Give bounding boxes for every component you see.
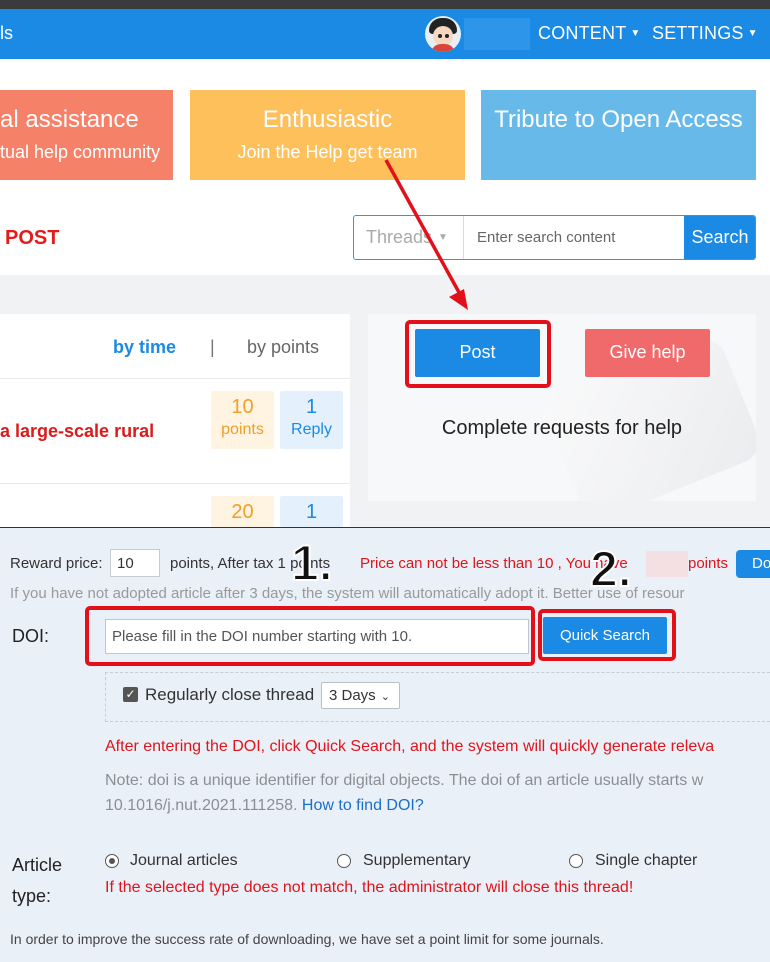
article-type-label-line1: Article xyxy=(12,855,63,875)
close-thread-label: Regularly close thread xyxy=(145,685,315,704)
reply-badge: 1 Reply xyxy=(280,391,343,449)
search-bar: Threads ▼ Search xyxy=(353,215,756,260)
doi-label: DOI: xyxy=(12,626,50,646)
give-help-button[interactable]: Give help xyxy=(585,329,710,377)
price-warning-text: Price can not be less than 10 , You have xyxy=(360,555,628,572)
sort-by-time-tab[interactable]: by time xyxy=(113,337,176,358)
window-top-strip xyxy=(0,0,770,9)
tile-subtitle: Join the Help get team xyxy=(237,142,418,162)
reward-price-label: Reward price: xyxy=(10,555,103,572)
chevron-down-icon: ▼ xyxy=(438,232,448,243)
step-1-annotation: 1. xyxy=(290,534,334,592)
complete-requests-text: Complete requests for help xyxy=(441,417,683,439)
nav-settings-menu[interactable]: SETTINGS ▼ xyxy=(652,23,758,44)
points-badge: 20 xyxy=(211,496,274,527)
tile-title: Tribute to Open Access xyxy=(494,106,743,133)
nav-content-label: CONTENT xyxy=(538,23,627,43)
chevron-down-icon: ▼ xyxy=(747,28,758,39)
adopt-note: If you have not adopted article after 3 … xyxy=(10,585,685,602)
search-scope-label: Threads xyxy=(366,227,433,247)
avatar-eye xyxy=(438,34,442,38)
points-value: 20 xyxy=(231,501,254,523)
tile-subtitle: tual help community xyxy=(0,142,161,162)
radio-journal-articles[interactable] xyxy=(105,854,119,868)
avatar-eye xyxy=(445,34,449,38)
points-label: points xyxy=(221,421,264,438)
highlight-box-quick-search xyxy=(538,609,676,661)
points-value: 10 xyxy=(231,396,254,418)
tile-enthusiastic[interactable]: Enthusiastic Join the Help get team xyxy=(190,90,465,180)
highlight-box-post xyxy=(405,320,551,388)
nav-settings-label: SETTINGS xyxy=(652,23,744,43)
doi-instruction-text: After entering the DOI, click Quick Sear… xyxy=(105,738,715,755)
user-avatar[interactable] xyxy=(425,16,461,52)
do-button[interactable]: Do xyxy=(736,550,770,578)
close-days-select[interactable]: 3 Days ⌄ xyxy=(321,682,400,709)
radio-supplementary[interactable] xyxy=(337,854,351,868)
reply-value: 1 xyxy=(305,501,318,523)
avatar-face xyxy=(433,26,453,46)
tile-mutual-assistance[interactable]: al assistance tual help community xyxy=(0,90,173,180)
highlight-box-doi xyxy=(85,606,535,666)
row-divider xyxy=(0,378,350,379)
doi-note: Note: doi is a unique identifier for dig… xyxy=(105,768,703,818)
section-title: POST xyxy=(5,227,60,249)
points-badge: 10 points xyxy=(211,391,274,449)
search-button[interactable]: Search xyxy=(684,216,755,259)
close-thread-checkbox[interactable]: ✓ xyxy=(123,687,138,702)
radio-label: Journal articles xyxy=(130,852,238,869)
find-doi-link[interactable]: How to find DOI? xyxy=(302,797,424,814)
page: ls CONTENT ▼ SETTINGS ▼ al assistance tual… xyxy=(0,0,770,962)
type-mismatch-warning: If the selected type does not match, the… xyxy=(105,879,634,896)
reply-label: Reply xyxy=(291,421,332,438)
reply-badge: 1 xyxy=(280,496,343,527)
thread-title-link[interactable]: a large-scale rural xyxy=(0,421,154,442)
step-2-annotation: 2. xyxy=(589,540,633,598)
doi-note-line: Note: doi is a unique identifier for dig… xyxy=(105,772,704,789)
chevron-down-icon: ⌄ xyxy=(380,691,390,703)
redacted-username[interactable] xyxy=(464,18,530,50)
radio-label: Supplementary xyxy=(363,852,471,869)
point-limit-note: In order to improve the success rate of … xyxy=(10,931,604,947)
tile-title: Enthusiastic xyxy=(262,106,393,133)
sort-separator: | xyxy=(210,337,215,357)
doi-example: 10.1016/j.nut.2021.111258. xyxy=(105,797,298,814)
tile-title: al assistance xyxy=(0,106,139,133)
article-type-label: Article type: xyxy=(12,850,62,912)
article-type-label-line2: type: xyxy=(12,886,52,906)
tile-open-access[interactable]: Tribute to Open Access xyxy=(481,90,756,180)
chevron-down-icon: ▼ xyxy=(630,28,641,39)
close-days-value: 3 Days xyxy=(329,687,376,704)
sort-by-points-tab[interactable]: by points xyxy=(247,337,319,358)
points-unit: points xyxy=(688,555,729,572)
row-divider xyxy=(0,483,350,484)
avatar-shirt xyxy=(431,44,455,52)
top-navbar: ls CONTENT ▼ SETTINGS ▼ xyxy=(0,9,770,59)
reply-value: 1 xyxy=(305,396,318,418)
search-scope-select[interactable]: Threads ▼ xyxy=(354,216,464,259)
nav-content-menu[interactable]: CONTENT ▼ xyxy=(538,23,641,44)
radio-single-chapter[interactable] xyxy=(569,854,583,868)
radio-label: Single chapter xyxy=(595,852,698,869)
site-name-fragment[interactable]: ls xyxy=(0,23,13,44)
redacted-balance xyxy=(646,551,688,577)
reward-price-input[interactable] xyxy=(110,549,160,577)
search-input[interactable] xyxy=(465,216,684,259)
